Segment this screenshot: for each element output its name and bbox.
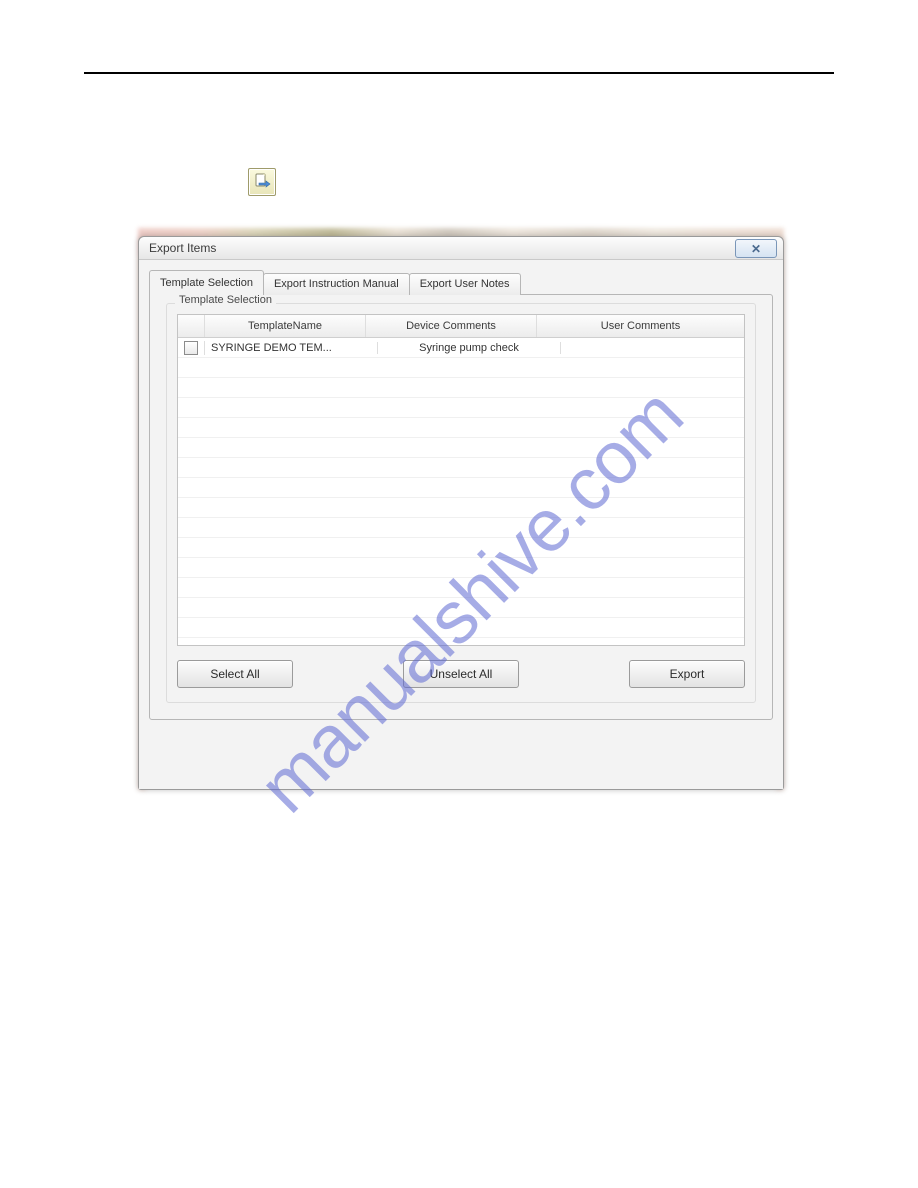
export-button[interactable]: Export bbox=[629, 660, 745, 688]
title-bar: Export Items ✕ bbox=[139, 237, 783, 260]
row-checkbox-cell[interactable] bbox=[178, 341, 205, 355]
close-button[interactable]: ✕ bbox=[735, 239, 777, 258]
tab-export-user-notes[interactable]: Export User Notes bbox=[409, 273, 521, 295]
header-template-name[interactable]: TemplateName bbox=[205, 315, 366, 337]
tab-label: Template Selection bbox=[160, 277, 253, 289]
page-top-rule bbox=[84, 72, 834, 74]
checkbox-icon[interactable] bbox=[184, 341, 198, 355]
grid-lines bbox=[178, 338, 744, 645]
export-icon bbox=[248, 168, 276, 196]
tab-strip: Template Selection Export Instruction Ma… bbox=[149, 270, 773, 295]
button-label: Select All bbox=[210, 667, 259, 681]
header-user-comments[interactable]: User Comments bbox=[537, 315, 744, 337]
unselect-all-button[interactable]: Unselect All bbox=[403, 660, 519, 688]
dialog-title: Export Items bbox=[149, 241, 216, 255]
table-row[interactable]: SYRINGE DEMO TEM... Syringe pump check bbox=[178, 338, 744, 358]
grid-header-row: TemplateName Device Comments User Commen… bbox=[178, 315, 744, 338]
header-device-comments[interactable]: Device Comments bbox=[366, 315, 537, 337]
button-row: Select All Unselect All Export bbox=[177, 660, 745, 688]
tab-export-instruction-manual[interactable]: Export Instruction Manual bbox=[263, 273, 410, 295]
group-box-label: Template Selection bbox=[175, 294, 276, 306]
tab-template-selection[interactable]: Template Selection bbox=[149, 270, 264, 295]
button-label: Unselect All bbox=[430, 667, 493, 681]
tab-label: Export User Notes bbox=[420, 278, 510, 290]
tab-panel-template-selection: Template Selection TemplateName Device C… bbox=[149, 294, 773, 720]
export-dialog-region: Export Items ✕ Template Selection Export… bbox=[138, 228, 784, 790]
export-items-dialog: Export Items ✕ Template Selection Export… bbox=[138, 236, 784, 790]
tab-label: Export Instruction Manual bbox=[274, 278, 399, 290]
template-selection-group: Template Selection TemplateName Device C… bbox=[166, 303, 756, 703]
close-icon: ✕ bbox=[751, 242, 761, 256]
header-checkbox-column bbox=[178, 315, 205, 337]
button-label: Export bbox=[670, 667, 705, 681]
templates-grid: TemplateName Device Comments User Commen… bbox=[177, 314, 745, 646]
grid-body: SYRINGE DEMO TEM... Syringe pump check bbox=[178, 338, 744, 645]
row-device-comments: Syringe pump check bbox=[378, 342, 561, 354]
select-all-button[interactable]: Select All bbox=[177, 660, 293, 688]
row-template-name: SYRINGE DEMO TEM... bbox=[205, 342, 378, 354]
dialog-body: Template Selection Export Instruction Ma… bbox=[139, 260, 783, 789]
